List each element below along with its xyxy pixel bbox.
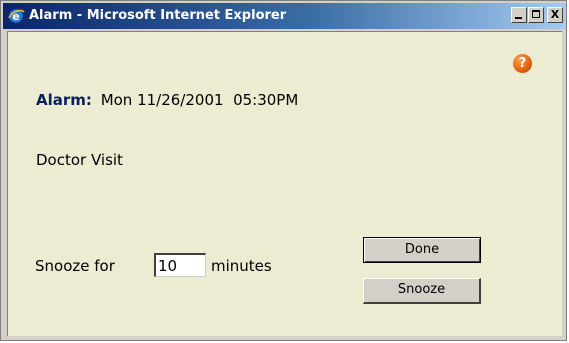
done-button[interactable]: Done [363,237,481,263]
alarm-datetime: Mon 11/26/2001 05:30PM [100,91,299,109]
event-description: Doctor Visit [36,151,123,169]
alarm-info: Alarm: Mon 11/26/2001 05:30PM [36,91,298,109]
ie-icon: e [8,8,25,24]
maximize-button[interactable] [528,7,544,23]
snooze-button[interactable]: Snooze [363,278,481,304]
minimize-icon [515,17,522,19]
snooze-label: Snooze for [35,257,115,275]
help-glyph: ? [518,56,527,71]
alarm-label: Alarm: [36,91,92,109]
title-bar[interactable]: e Alarm - Microsoft Internet Explorer X [3,3,566,29]
minutes-label: minutes [211,257,272,275]
close-button[interactable]: X [547,7,563,23]
maximize-icon [532,10,540,18]
help-icon[interactable]: ? [513,54,532,73]
snooze-minutes-input[interactable] [154,253,206,277]
window-title: Alarm - Microsoft Internet Explorer [29,8,287,23]
close-icon: X [550,8,560,21]
minimize-button[interactable] [511,7,527,23]
alarm-window: e Alarm - Microsoft Internet Explorer X … [0,0,567,341]
